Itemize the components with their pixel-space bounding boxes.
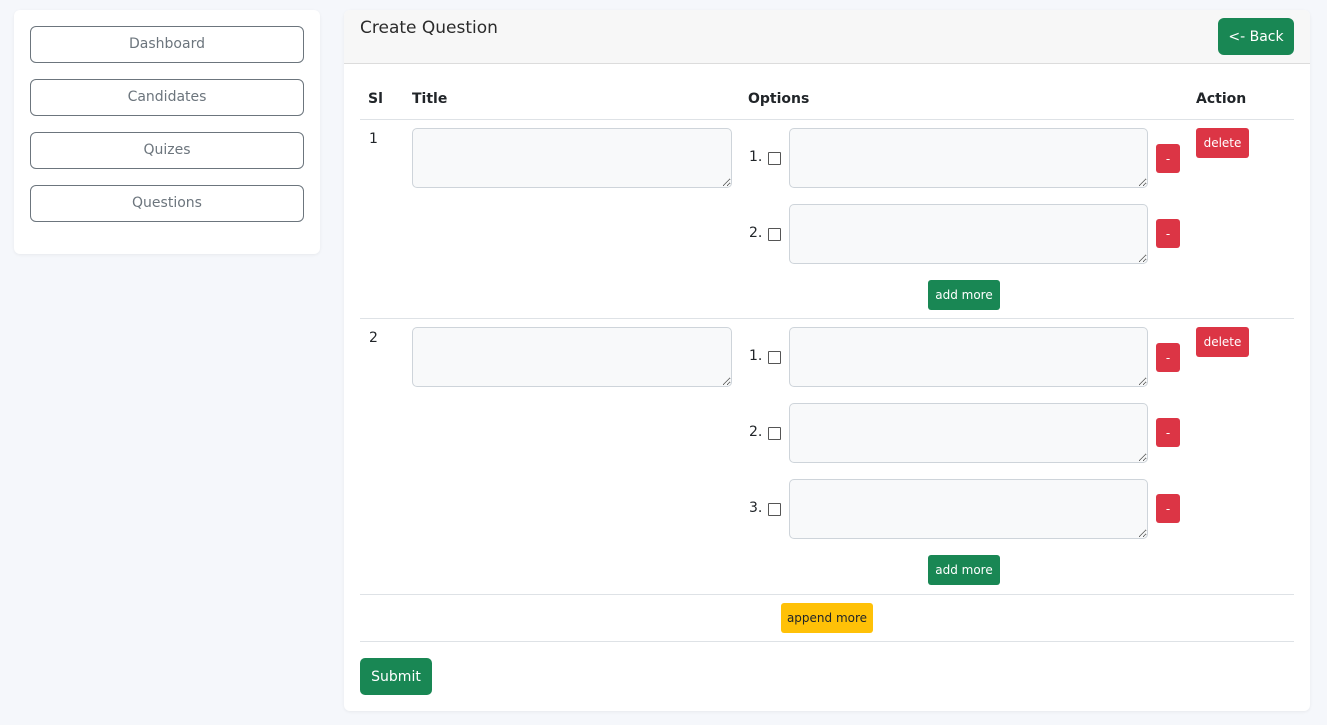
option-correct-checkbox[interactable]: [768, 152, 781, 165]
footer-divider: [360, 641, 1294, 642]
add-option-button[interactable]: add more: [928, 280, 1000, 310]
card-header: Create Question <- Back: [344, 10, 1310, 64]
header-divider: [360, 119, 1294, 120]
option-number: 2.: [749, 225, 763, 241]
option-number: 1.: [749, 149, 763, 165]
delete-question-button[interactable]: delete: [1196, 128, 1249, 158]
option-input[interactable]: [789, 479, 1148, 539]
row-divider: [360, 318, 1294, 319]
option-number: 1.: [749, 348, 763, 364]
option-number: 2.: [749, 424, 763, 440]
question-title-input[interactable]: [412, 128, 732, 188]
column-header-title: Title: [412, 91, 448, 107]
sidebar: Dashboard Candidates Quizes Questions: [14, 10, 320, 254]
option-correct-checkbox[interactable]: [768, 427, 781, 440]
remove-option-button[interactable]: -: [1156, 418, 1180, 447]
page-title: Create Question: [360, 18, 498, 38]
column-header-si: Sl: [368, 91, 383, 107]
option-input[interactable]: [789, 403, 1148, 463]
sidebar-item-questions[interactable]: Questions: [30, 185, 304, 222]
option-correct-checkbox[interactable]: [768, 351, 781, 364]
remove-option-button[interactable]: -: [1156, 494, 1180, 523]
sidebar-item-dashboard[interactable]: Dashboard: [30, 26, 304, 63]
sidebar-item-candidates[interactable]: Candidates: [30, 79, 304, 116]
question-si: 1: [369, 131, 378, 147]
back-button[interactable]: <- Back: [1218, 18, 1294, 55]
create-question-card: Create Question <- Back Sl Title Options…: [344, 10, 1310, 711]
remove-option-button[interactable]: -: [1156, 219, 1180, 248]
question-si: 2: [369, 330, 378, 346]
question-title-input[interactable]: [412, 327, 732, 387]
option-input[interactable]: [789, 204, 1148, 264]
remove-option-button[interactable]: -: [1156, 144, 1180, 173]
column-header-options: Options: [748, 91, 810, 107]
option-correct-checkbox[interactable]: [768, 503, 781, 516]
option-input[interactable]: [789, 327, 1148, 387]
column-header-action: Action: [1196, 91, 1247, 107]
append-question-button[interactable]: append more: [781, 603, 873, 633]
submit-button[interactable]: Submit: [360, 658, 432, 695]
row-divider: [360, 594, 1294, 595]
add-option-button[interactable]: add more: [928, 555, 1000, 585]
option-correct-checkbox[interactable]: [768, 228, 781, 241]
option-number: 3.: [749, 500, 763, 516]
delete-question-button[interactable]: delete: [1196, 327, 1249, 357]
remove-option-button[interactable]: -: [1156, 343, 1180, 372]
option-input[interactable]: [789, 128, 1148, 188]
sidebar-item-quizes[interactable]: Quizes: [30, 132, 304, 169]
